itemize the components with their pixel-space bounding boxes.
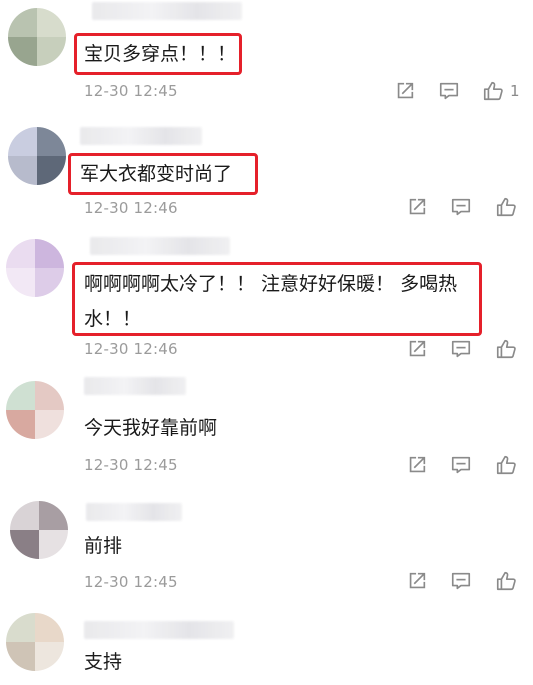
comment-icon bbox=[451, 198, 471, 216]
username[interactable] bbox=[80, 127, 202, 145]
avatar[interactable] bbox=[8, 127, 66, 185]
username[interactable] bbox=[90, 237, 230, 255]
share-icon bbox=[409, 456, 426, 473]
share-button[interactable] bbox=[392, 79, 418, 103]
like-button[interactable] bbox=[493, 569, 519, 593]
comment-list: 宝贝多穿点！！！ 12-30 12:45 1 军大衣都变时尚了 12-30 12… bbox=[0, 0, 533, 685]
comment-icon bbox=[451, 456, 471, 474]
avatar[interactable] bbox=[10, 501, 68, 559]
comment-time: 12-30 12:45 bbox=[84, 573, 178, 591]
username[interactable] bbox=[86, 503, 182, 521]
like-button[interactable] bbox=[493, 195, 519, 219]
avatar[interactable] bbox=[8, 8, 66, 66]
reply-button[interactable] bbox=[448, 337, 474, 361]
comment-item: 啊啊啊啊太冷了！！ 注意好好保暖！ 多喝热 水！！ 12-30 12:46 bbox=[0, 233, 533, 373]
username[interactable] bbox=[84, 621, 234, 639]
thumbs-up-icon bbox=[483, 81, 503, 101]
thumbs-up-icon bbox=[496, 571, 516, 591]
comment-time: 12-30 12:45 bbox=[84, 456, 178, 474]
comment-item: 军大衣都变时尚了 12-30 12:46 bbox=[0, 115, 533, 233]
like-button[interactable] bbox=[493, 453, 519, 477]
share-icon bbox=[409, 572, 426, 589]
thumbs-up-icon bbox=[496, 197, 516, 217]
comment-icon bbox=[451, 572, 471, 590]
comment-item: 宝贝多穿点！！！ 12-30 12:45 1 bbox=[0, 0, 533, 115]
share-button[interactable] bbox=[404, 569, 430, 593]
comment-icon bbox=[451, 340, 471, 358]
comment-text: 宝贝多穿点！！！ bbox=[84, 43, 237, 65]
comment-text: 支持 bbox=[84, 651, 123, 673]
avatar[interactable] bbox=[6, 613, 64, 671]
comment-item: 支持 bbox=[0, 607, 533, 685]
avatar[interactable] bbox=[6, 239, 64, 297]
share-button[interactable] bbox=[404, 337, 430, 361]
comment-text: 啊啊啊啊太冷了！！ 注意好好保暖！ 多喝热 水！！ bbox=[84, 273, 458, 330]
reply-button[interactable] bbox=[448, 195, 474, 219]
avatar[interactable] bbox=[6, 381, 64, 439]
share-icon bbox=[409, 198, 426, 215]
reply-button[interactable] bbox=[436, 79, 462, 103]
comment-time: 12-30 12:46 bbox=[84, 340, 178, 358]
share-icon bbox=[397, 82, 414, 99]
thumbs-up-icon bbox=[496, 455, 516, 475]
comment-time: 12-30 12:46 bbox=[84, 199, 178, 217]
like-button[interactable] bbox=[493, 337, 519, 361]
comment-text: 军大衣都变时尚了 bbox=[80, 163, 233, 185]
like-count: 1 bbox=[510, 82, 520, 100]
like-button[interactable] bbox=[480, 79, 506, 103]
username[interactable] bbox=[84, 377, 186, 395]
username[interactable] bbox=[92, 2, 242, 20]
comment-text: 前排 bbox=[84, 535, 123, 557]
comment-text: 今天我好靠前啊 bbox=[84, 417, 218, 439]
comment-item: 前排 12-30 12:45 bbox=[0, 491, 533, 607]
reply-button[interactable] bbox=[448, 453, 474, 477]
share-button[interactable] bbox=[404, 453, 430, 477]
share-button[interactable] bbox=[404, 195, 430, 219]
share-icon bbox=[409, 340, 426, 357]
reply-button[interactable] bbox=[448, 569, 474, 593]
comment-item: 今天我好靠前啊 12-30 12:45 bbox=[0, 373, 533, 491]
comment-time: 12-30 12:45 bbox=[84, 82, 178, 100]
comment-icon bbox=[439, 82, 459, 100]
thumbs-up-icon bbox=[496, 339, 516, 359]
